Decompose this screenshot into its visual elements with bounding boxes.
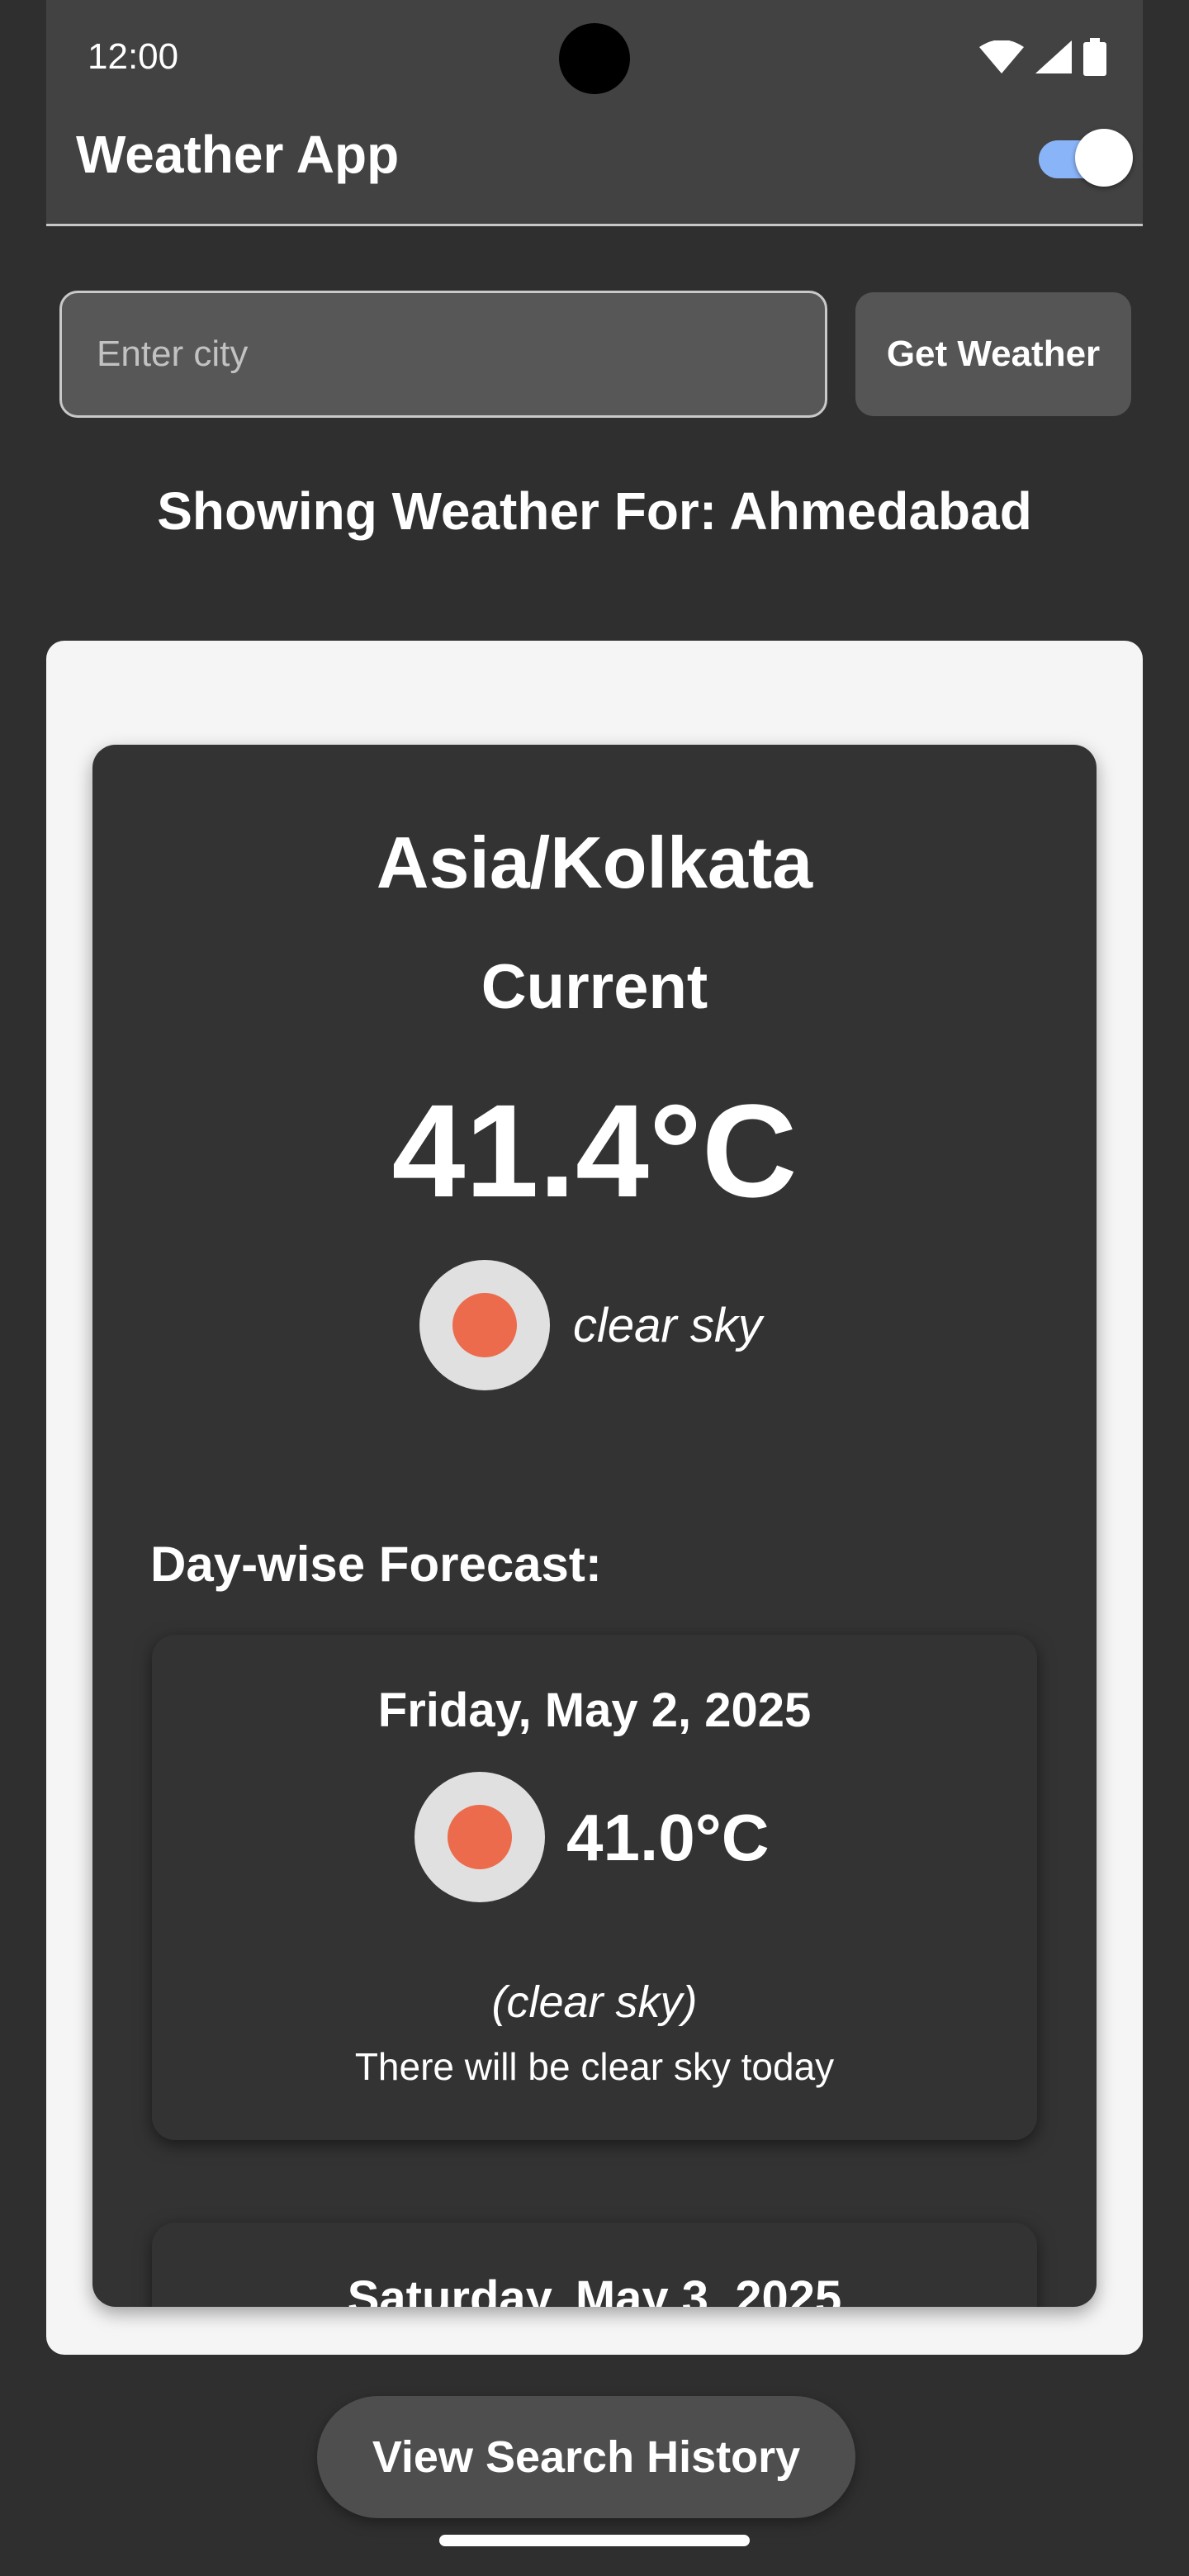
forecast-day-card: Friday, May 2, 2025 41.0°C (clear sky) T… (152, 1635, 1037, 2140)
city-input[interactable] (59, 291, 827, 418)
forecast-temperature: 41.0°C (566, 1801, 770, 1874)
timezone-title: Asia/Kolkata (376, 822, 813, 903)
forecast-date: Saturday, May 3, 2025 (347, 2271, 842, 2307)
clear-sky-sun-icon (414, 1772, 545, 1902)
toggle-thumb (1075, 129, 1133, 187)
current-description: clear sky (573, 1299, 762, 1352)
forecast-summary: There will be clear sky today (354, 2045, 835, 2088)
gesture-navigation-bar[interactable] (439, 2535, 750, 2546)
forecast-date: Friday, May 2, 2025 (377, 1683, 812, 1737)
view-search-history-button[interactable]: View Search History (317, 2396, 855, 2518)
get-weather-button[interactable]: Get Weather (855, 292, 1131, 416)
forecast-day-card: Saturday, May 3, 2025 (152, 2223, 1037, 2307)
app-title: Weather App (76, 125, 400, 184)
cellular-signal-icon (1035, 40, 1072, 73)
wifi-icon (979, 40, 1024, 73)
current-temperature: 41.4°C (391, 1077, 798, 1224)
showing-weather-label: Showing Weather For: Ahmedabad (157, 481, 1032, 541)
theme-toggle[interactable] (1035, 125, 1133, 187)
current-label: Current (481, 952, 708, 1022)
clear-sky-sun-icon (419, 1260, 550, 1390)
battery-icon (1083, 38, 1106, 76)
forecast-heading: Day-wise Forecast: (150, 1537, 602, 1592)
status-icons (979, 38, 1106, 76)
forecast-description: (clear sky) (491, 1977, 698, 2027)
status-time: 12:00 (88, 36, 179, 77)
weather-card: Asia/Kolkata Current 41.4°C clear sky Da… (92, 745, 1097, 2307)
camera-cutout (559, 23, 630, 94)
